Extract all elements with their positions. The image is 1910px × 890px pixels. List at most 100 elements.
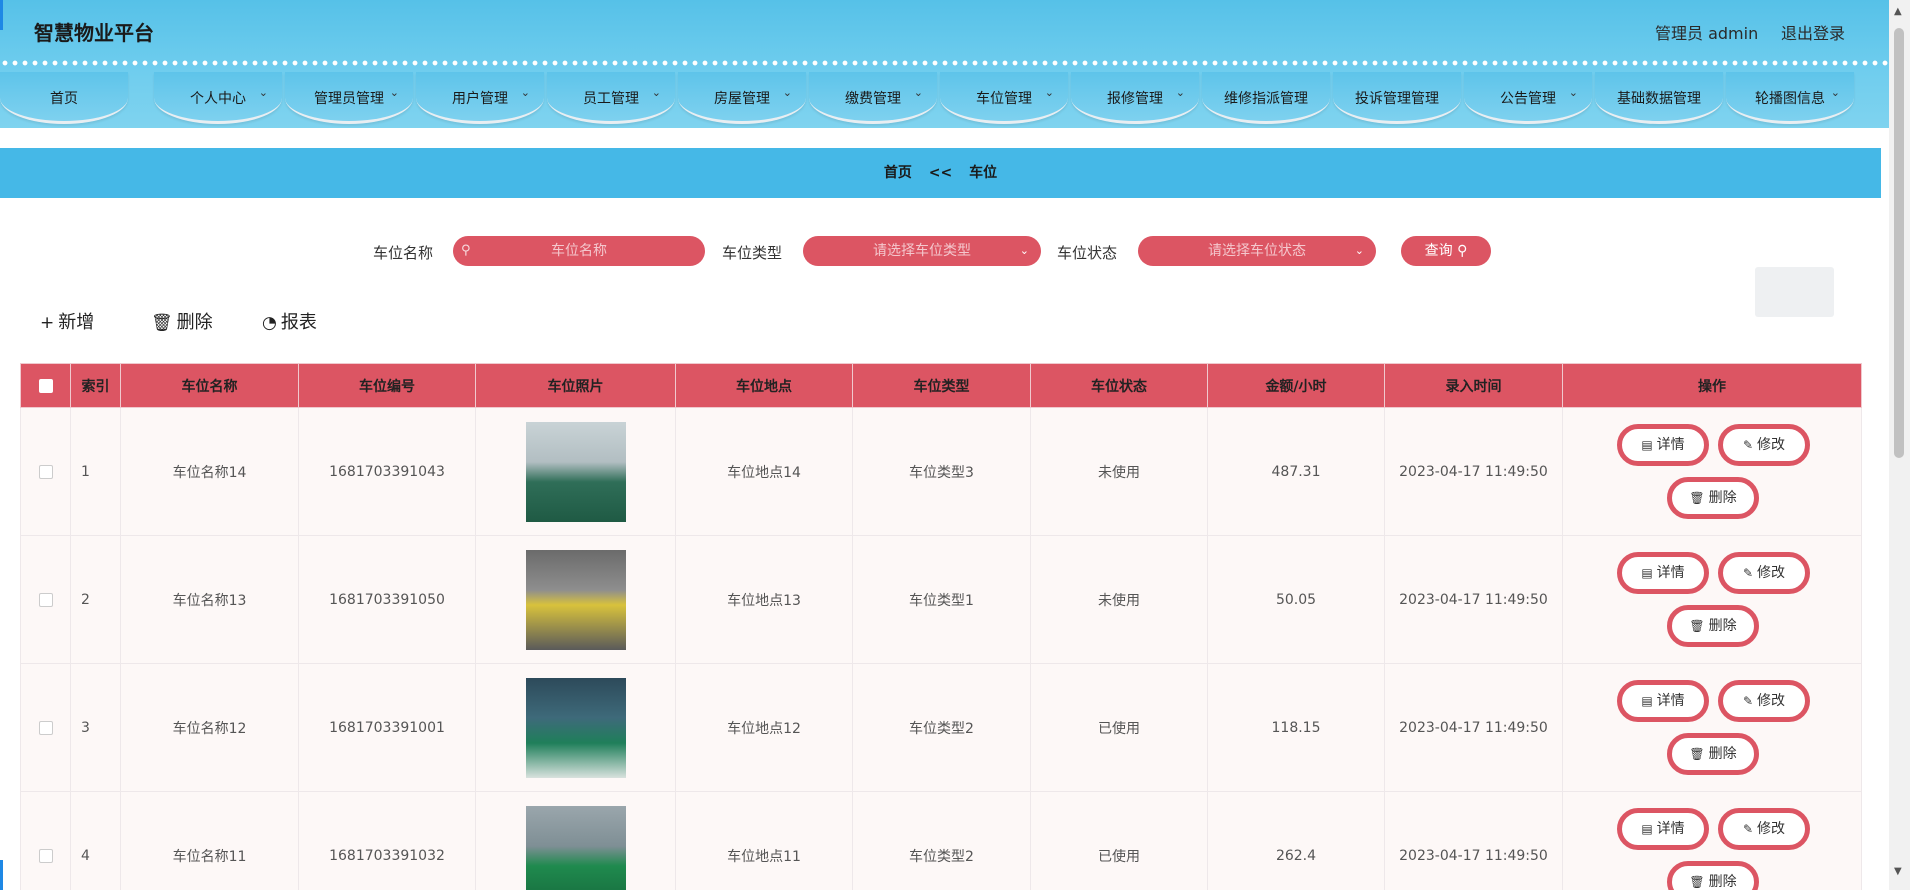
edit-label: 修改: [1757, 693, 1786, 709]
detail-button[interactable]: ▤ 详情: [1617, 808, 1709, 850]
parking-photo-cell: [475, 407, 676, 536]
detail-label: 详情: [1656, 821, 1685, 837]
parking-status: 未使用: [1030, 407, 1208, 536]
document-icon: ▤: [1641, 822, 1653, 836]
detail-button[interactable]: ▤ 详情: [1617, 552, 1709, 594]
parking-photo-cell: [475, 791, 676, 890]
parking-location: 车位地点14: [675, 407, 853, 536]
parking-photo[interactable]: [525, 549, 626, 650]
nav-item-houses[interactable]: 房屋管理 ⌄: [678, 72, 806, 124]
parking-name: 车位名称14: [120, 407, 299, 536]
delete-button[interactable]: 🗑 删除: [151, 308, 213, 334]
row-index: 2: [70, 535, 121, 664]
edit-button[interactable]: ✎ 修改: [1718, 680, 1810, 722]
type-select[interactable]: 请选择车位类型 ⌄: [803, 236, 1041, 266]
chevron-down-icon: ⌄: [1830, 86, 1840, 99]
edit-button[interactable]: ✎ 修改: [1718, 808, 1810, 850]
nav-item-parking[interactable]: 车位管理 ⌄: [940, 72, 1068, 124]
parking-photo[interactable]: [525, 421, 626, 522]
table-header-row: 索引 车位名称 车位编号 车位照片 车位地点 车位类型 车位状态 金额/小时 录…: [20, 363, 1862, 408]
edit-button[interactable]: ✎ 修改: [1718, 552, 1810, 594]
scroll-up-icon[interactable]: ▲: [1894, 6, 1902, 17]
report-label: 报表: [280, 312, 317, 333]
select-all-checkbox[interactable]: [38, 378, 53, 393]
nav-item-staff[interactable]: 员工管理 ⌄: [547, 72, 675, 124]
main-nav: 首页 个人中心 ⌄ 管理员管理 ⌄ 用户管理 ⌄ 员工管理 ⌄ 房屋管理 ⌄ 缴费管理 ⌄ …: [0, 66, 1889, 128]
pencil-icon: ✎: [1742, 694, 1754, 708]
chevron-down-icon: ⌄: [1019, 244, 1029, 257]
report-button[interactable]: ◔ 报表: [262, 308, 317, 334]
parking-table: 索引 车位名称 车位编号 车位照片 车位地点 车位类型 车位状态 金额/小时 录…: [20, 363, 1862, 890]
nav-item-carousel[interactable]: 轮播图信息 ⌄: [1726, 72, 1854, 124]
column-header: 车位照片: [475, 363, 676, 408]
add-label: 新增: [58, 312, 95, 333]
row-checkbox[interactable]: [38, 720, 53, 735]
parking-status: 已使用: [1030, 663, 1208, 792]
row-delete-label: 删除: [1708, 490, 1737, 506]
row-checkbox[interactable]: [38, 464, 53, 479]
name-search-input[interactable]: ⚲ 车位名称: [453, 236, 705, 266]
breadcrumb-home[interactable]: 首页: [884, 165, 912, 181]
parking-code: 1681703391001: [298, 663, 476, 792]
nav-item-users[interactable]: 用户管理 ⌄: [416, 72, 544, 124]
nav-item-basedata[interactable]: 基础数据管理: [1595, 72, 1723, 124]
row-select-cell: [20, 791, 71, 890]
pencil-icon: ✎: [1742, 438, 1754, 452]
add-button[interactable]: + 新增: [40, 308, 94, 334]
parking-code: 1681703391043: [298, 407, 476, 536]
status-select[interactable]: 请选择车位状态 ⌄: [1138, 236, 1376, 266]
logout-link[interactable]: 退出登录: [1781, 20, 1845, 44]
row-index: 3: [70, 663, 121, 792]
row-checkbox[interactable]: [38, 592, 53, 607]
entry-time: 2023-04-17 11:49:50: [1384, 663, 1563, 792]
column-header: 车位状态: [1030, 363, 1208, 408]
search-bar: 车位名称 ⚲ 车位名称 车位类型 请选择车位类型 ⌄ 车位状态 请选择车位状态 …: [0, 236, 1900, 266]
query-button[interactable]: 查询 ⚲: [1401, 236, 1491, 266]
scroll-down-icon[interactable]: ▼: [1894, 866, 1902, 877]
name-search-placeholder: 车位名称: [551, 243, 607, 259]
parking-price: 50.05: [1207, 535, 1385, 664]
edit-label: 修改: [1757, 437, 1786, 453]
scrollbar-thumb[interactable]: [1894, 28, 1904, 458]
nav-item-admin[interactable]: 管理员管理 ⌄: [285, 72, 413, 124]
detail-button[interactable]: ▤ 详情: [1617, 424, 1709, 466]
detail-button[interactable]: ▤ 详情: [1617, 680, 1709, 722]
parking-photo[interactable]: [525, 677, 626, 778]
parking-photo-cell: [475, 535, 676, 664]
row-delete-button[interactable]: 🗑 删除: [1667, 605, 1759, 647]
nav-item-home[interactable]: 首页: [0, 72, 128, 124]
row-checkbox[interactable]: [38, 848, 53, 863]
detail-label: 详情: [1656, 437, 1685, 453]
user-info: 管理员 admin: [1655, 24, 1759, 43]
actions-cell: ▤ 详情 ✎ 修改 🗑 删除: [1562, 407, 1862, 536]
vertical-scrollbar[interactable]: ▲ ▼: [1889, 0, 1910, 890]
pie-chart-icon: ◔: [262, 313, 277, 333]
parking-status: 已使用: [1030, 791, 1208, 890]
parking-status: 未使用: [1030, 535, 1208, 664]
entry-time: 2023-04-17 11:49:50: [1384, 535, 1563, 664]
row-delete-label: 删除: [1708, 618, 1737, 634]
parking-photo[interactable]: [525, 805, 626, 890]
edit-label: 修改: [1757, 565, 1786, 581]
column-header: 车位名称: [120, 363, 299, 408]
row-delete-button[interactable]: 🗑 删除: [1667, 861, 1759, 890]
nav-item-profile[interactable]: 个人中心 ⌄: [154, 72, 282, 124]
document-icon: ▤: [1641, 566, 1653, 580]
nav-item-repairs[interactable]: 报修管理 ⌄: [1071, 72, 1199, 124]
row-delete-button[interactable]: 🗑 删除: [1667, 733, 1759, 775]
row-index: 1: [70, 407, 121, 536]
nav-label: 投诉管理管理: [1355, 91, 1439, 107]
column-header: 操作: [1562, 363, 1862, 408]
nav-item-notices[interactable]: 公告管理 ⌄: [1464, 72, 1592, 124]
parking-location: 车位地点13: [675, 535, 853, 664]
row-delete-button[interactable]: 🗑 删除: [1667, 477, 1759, 519]
table-row: 4 车位名称11 1681703391032 车位地点11 车位类型2 已使用 262.4 2…: [20, 791, 1862, 890]
nav-item-payments[interactable]: 缴费管理 ⌄: [809, 72, 937, 124]
nav-item-complaints[interactable]: 投诉管理管理: [1333, 72, 1461, 124]
nav-item-dispatch[interactable]: 维修指派管理: [1202, 72, 1330, 124]
search-icon: ⚲: [461, 243, 471, 258]
app-root: 智慧物业平台 管理员 admin 退出登录 首页 个人中心 ⌄ 管理员管理 ⌄ 用户…: [0, 0, 1910, 890]
edit-button[interactable]: ✎ 修改: [1718, 424, 1810, 466]
actions-cell: ▤ 详情 ✎ 修改 🗑 删除: [1562, 791, 1862, 890]
chevron-down-icon: ⌄: [913, 86, 923, 99]
